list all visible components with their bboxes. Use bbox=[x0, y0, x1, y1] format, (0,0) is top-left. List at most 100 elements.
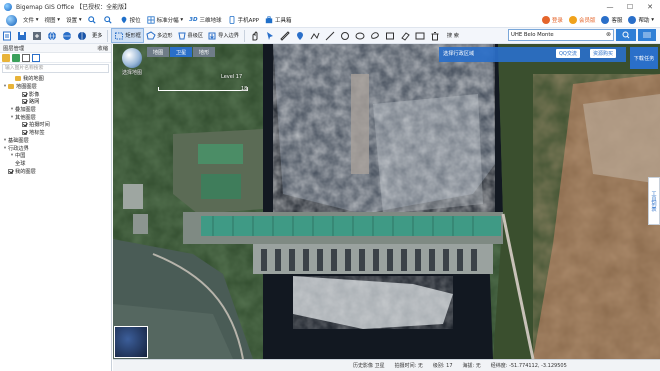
layer-tree-node[interactable]: ▾ 地图图层 bbox=[0, 83, 111, 91]
tab-map[interactable]: 地图 bbox=[147, 47, 169, 57]
service-button[interactable]: 客服 bbox=[601, 16, 622, 24]
globe-download-icon[interactable] bbox=[45, 28, 60, 43]
menu-bar: 文件 ▾ 视图 ▾ 设置 ▾ 按位 标准分幅 ▾ 3D 三维地球 手机APP 工具… bbox=[0, 13, 660, 27]
qq-chat-button[interactable]: QQ交流 bbox=[556, 49, 580, 58]
layer-tree-label: 我的图层 bbox=[15, 168, 36, 175]
admin-area-button[interactable]: 县级区 bbox=[175, 28, 206, 43]
layer-tree-node[interactable]: ▾ 基础图层 bbox=[0, 137, 111, 145]
circle-icon[interactable] bbox=[338, 28, 353, 43]
menu-file[interactable]: 文件 ▾ bbox=[23, 13, 39, 27]
map-search-input[interactable]: UHE Belo Monte ⊗ bbox=[508, 29, 614, 41]
help-button[interactable]: 帮助 ▾ bbox=[628, 16, 654, 24]
region-hint[interactable]: 选择行政区域 bbox=[443, 50, 474, 57]
polygon-select-button[interactable]: 多边形 bbox=[144, 28, 175, 43]
toolbar-divider bbox=[243, 29, 245, 42]
search-submit-button[interactable] bbox=[616, 29, 636, 41]
tab-terrain[interactable]: 地形 bbox=[193, 47, 215, 57]
3d-globe-button[interactable]: 3D 三维地球 bbox=[189, 13, 221, 27]
layer-tree-node[interactable]: 我的地图 bbox=[0, 75, 111, 83]
zoom-value-label: 18 bbox=[241, 86, 248, 92]
map-source-selector[interactable]: 选择地图 bbox=[117, 48, 147, 82]
layer-checkbox[interactable] bbox=[22, 99, 27, 105]
buy-resource-button[interactable]: 资源购买 bbox=[590, 49, 617, 58]
tab-satellite[interactable]: 卫星 bbox=[170, 47, 192, 57]
mobile-app-button[interactable]: 手机APP bbox=[228, 13, 259, 27]
layer-tree-label: 其他图层 bbox=[15, 114, 36, 121]
zoom-slider[interactable] bbox=[158, 87, 248, 91]
hand-pan-icon[interactable] bbox=[248, 28, 263, 43]
layer-tree-node[interactable]: ▾ 其他图层 bbox=[0, 113, 111, 121]
lasso-icon[interactable] bbox=[368, 28, 383, 43]
ruler-icon[interactable] bbox=[278, 28, 293, 43]
layer-icon[interactable] bbox=[12, 53, 20, 62]
tool-list-tab[interactable]: 工具列表 bbox=[648, 177, 660, 225]
eraser-icon[interactable] bbox=[398, 28, 413, 43]
menu-settings[interactable]: 设置 ▾ bbox=[66, 13, 82, 27]
status-level: 级别: 17 bbox=[432, 363, 453, 369]
layer-panel: 图层管理 收缩 输入图片名称搜索 我的地图 ▾ 地图图层 影像 路网 ▾ 叠加图层 ▾ 其他图层… bbox=[0, 44, 112, 371]
globe-layer-icon[interactable] bbox=[60, 28, 75, 43]
status-coordinates: 经纬度: -51.774112, -3.129505 bbox=[490, 363, 567, 369]
pin-icon[interactable] bbox=[293, 28, 308, 43]
layer-checkbox[interactable] bbox=[22, 91, 27, 97]
polyline-icon[interactable] bbox=[308, 28, 323, 43]
pointer-icon[interactable] bbox=[263, 28, 278, 43]
close-icon[interactable]: ✕ bbox=[640, 0, 660, 13]
layer-tree-node[interactable]: ▾ 行政边界 bbox=[0, 144, 111, 152]
help-icon bbox=[628, 16, 637, 24]
add-folder-icon[interactable] bbox=[2, 53, 10, 62]
menu-view[interactable]: 视图 ▾ bbox=[45, 13, 61, 27]
layer-checkbox[interactable] bbox=[22, 130, 27, 136]
rectangle-icon[interactable] bbox=[383, 28, 398, 43]
toolbox-button[interactable]: 工具箱 bbox=[265, 13, 291, 27]
map-view[interactable]: 地图 卫星 地形 选择地图 Level 17 18 选择行政区域 QQ交流 资源… bbox=[113, 44, 660, 359]
import-boundary-button[interactable]: 导入边界 bbox=[205, 28, 241, 43]
layer-panel-header: 图层管理 收缩 bbox=[0, 44, 111, 53]
locate-button[interactable]: 按位 bbox=[120, 13, 141, 27]
rectangle-select-button[interactable]: 矩形框 bbox=[111, 28, 144, 43]
globe-logo-icon[interactable] bbox=[6, 14, 17, 26]
vip-button[interactable]: 会员版 bbox=[568, 16, 595, 24]
ellipse-icon[interactable] bbox=[353, 28, 368, 43]
globe-export-icon[interactable] bbox=[75, 28, 90, 43]
status-altitude: 海拔: 无 bbox=[462, 363, 481, 369]
download-task-button[interactable]: 下载任务 bbox=[630, 47, 658, 69]
label-icon[interactable] bbox=[413, 28, 428, 43]
layer-tree-node[interactable]: ▾ 中国 bbox=[0, 152, 111, 160]
grid-button[interactable]: 标准分幅 ▾ bbox=[147, 13, 183, 27]
layer-tree-node[interactable]: 我的图层 bbox=[0, 167, 111, 175]
filter-icon[interactable] bbox=[32, 53, 40, 62]
overview-minimap[interactable] bbox=[114, 326, 148, 358]
layer-checkbox[interactable] bbox=[22, 122, 27, 128]
layer-tree-label: 影像 bbox=[29, 91, 40, 98]
user-icon bbox=[541, 16, 550, 24]
new-icon[interactable] bbox=[0, 28, 15, 43]
layer-tree-node[interactable]: ▾ 叠加图层 bbox=[0, 106, 111, 114]
search-menu-button[interactable] bbox=[638, 29, 656, 41]
layer-search-input[interactable]: 输入图片名称搜索 bbox=[2, 64, 109, 73]
satellite-imagery[interactable] bbox=[113, 44, 660, 359]
layer-tree-node[interactable]: 全球 bbox=[0, 160, 111, 168]
layer-checkbox[interactable] bbox=[8, 168, 13, 174]
level-label: Level 17 bbox=[221, 74, 243, 80]
delete-icon[interactable] bbox=[428, 28, 443, 43]
collapse-panel-button[interactable]: 收缩 bbox=[97, 44, 108, 52]
add-layer-icon[interactable] bbox=[30, 28, 45, 43]
window-controls: — ☐ ✕ bbox=[600, 0, 660, 13]
minimize-icon[interactable]: — bbox=[600, 0, 620, 13]
layer-tree-node[interactable]: 路网 bbox=[0, 98, 111, 106]
line-icon[interactable] bbox=[323, 28, 338, 43]
layer-tree-node[interactable]: 影像 bbox=[0, 90, 111, 98]
clear-search-icon[interactable]: ⊗ bbox=[606, 30, 611, 40]
search-icon[interactable] bbox=[103, 13, 114, 27]
login-button[interactable]: 登录 bbox=[541, 16, 563, 24]
layer-tree-label: 我的地图 bbox=[23, 76, 44, 83]
expand-icon[interactable] bbox=[22, 53, 30, 62]
layer-tree-node[interactable]: 地标签 bbox=[0, 129, 111, 137]
maximize-icon[interactable]: ☐ bbox=[620, 0, 640, 13]
layer-tree-node[interactable]: 拍摄时间 bbox=[0, 121, 111, 129]
more-button[interactable]: 更多 bbox=[90, 28, 104, 43]
layer-panel-toolbar bbox=[0, 53, 111, 63]
save-icon[interactable] bbox=[15, 28, 30, 43]
magnifier-icon[interactable] bbox=[87, 13, 98, 27]
